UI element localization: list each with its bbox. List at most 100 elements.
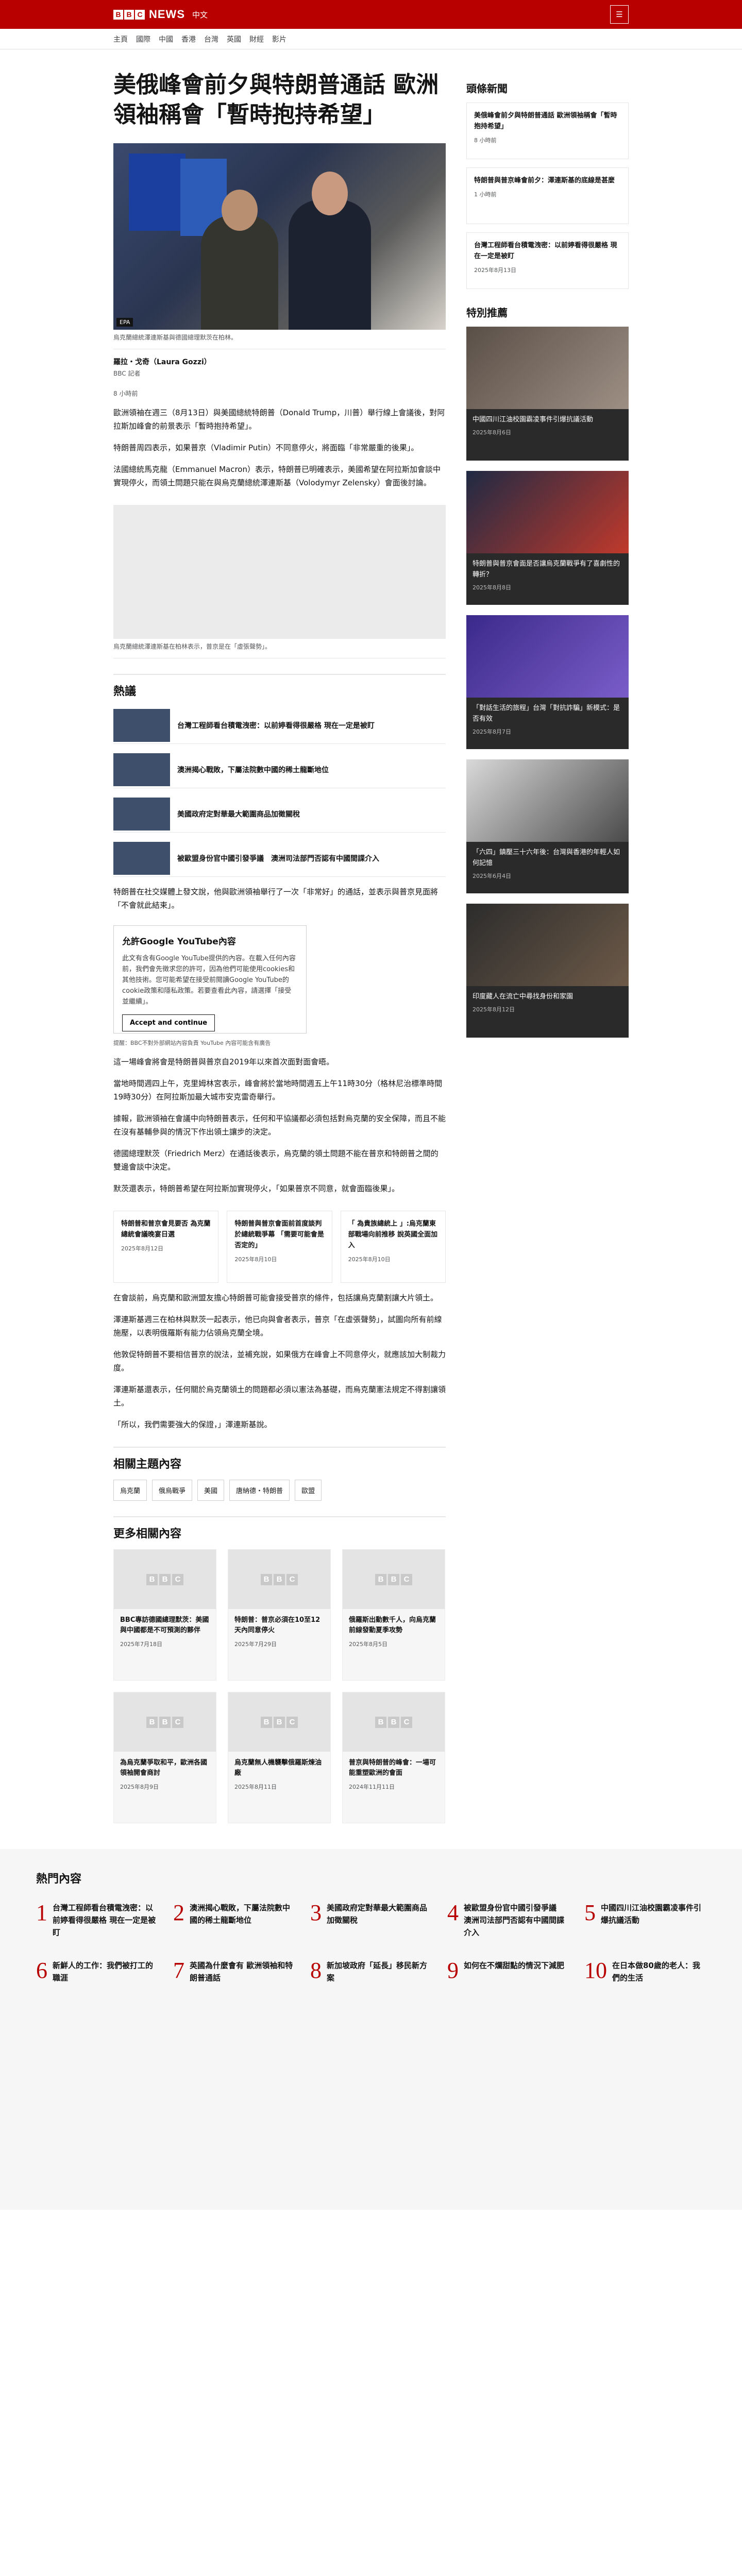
- top-stories-heading: 頭條新聞: [466, 82, 508, 95]
- brand-news: NEWS: [149, 8, 185, 21]
- consent-title: 允許Google YouTube內容: [122, 937, 236, 947]
- consent-body: 此文有含有Google YouTube提供的內容。在載入任何內容前，我們會先徵求…: [122, 955, 296, 1006]
- youtube-consent-box: 允許Google YouTube內容 此文有含有Google YouTube提供…: [113, 925, 307, 1033]
- feature-card[interactable]: 「對話生活的旅程」台灣「對抗詐騙」新模式：是否有效 2025年8月7日: [466, 615, 629, 749]
- nav-item-business[interactable]: 財經: [249, 34, 264, 44]
- image-source-badge: EPA: [116, 318, 133, 327]
- nav-item-home[interactable]: 主頁: [113, 34, 128, 44]
- paragraph: 歐洲領袖在週三（8月13日）與美國總統特朗普（Donald Trump，川普）舉…: [113, 408, 445, 431]
- bbc-placeholder-icon: BBC: [228, 1692, 330, 1752]
- paragraph: 據報，歐洲領袖在會議中向特朗普表示，任何和平協議都必須包括對烏克蘭的安全保障，而…: [113, 1114, 446, 1137]
- related-link[interactable]: 澳洲揭心戰敗，下屬法院數中國的稀土龍斷地位: [113, 751, 446, 788]
- bbc-placeholder-icon: BBC: [343, 1550, 445, 1609]
- feature-card[interactable]: 中國四川江油校園霸凌事件引爆抗議活動 2025年8月6日: [466, 327, 629, 461]
- more-card[interactable]: B B C 普京與特朗普的峰會：一場可能重塑歐洲的會面 2024年11月11日: [342, 1692, 445, 1823]
- related-link[interactable]: 美國政府定對華最大範圍商品加徵關稅: [113, 795, 446, 833]
- paragraph: 默茨還表示，特朗普希望在阿拉斯加實現停火，「如果普京不同意，就會面臨後果」。: [113, 1184, 400, 1193]
- related-link[interactable]: 台灣工程師看台積電洩密：以前婷看得很嚴格 現在一定是被盯: [113, 707, 446, 744]
- consent-note: 提醒：BBC不對外部網站內容負責 YouTube 內容可能含有廣告: [113, 1040, 271, 1046]
- inline-card[interactable]: 特朗普和普京會見要否 為克蘭總統會議晚宴日選 2025年8月12日: [113, 1211, 219, 1283]
- more-card[interactable]: B B C 俄羅斯出動數千人，向烏克蘭前線發動夏季攻勢 2025年8月5日: [342, 1549, 445, 1681]
- feature-image: [466, 615, 629, 698]
- publish-date: 8 小時前: [113, 390, 138, 397]
- paragraph: 他敦促特朗普不要相信普京的說法，並補充說，如果俄方在峰會上不同意停火，就應該加大…: [113, 1350, 446, 1372]
- feature-image: [466, 471, 629, 553]
- nav-item-hongkong[interactable]: 香港: [181, 34, 196, 44]
- feature-card[interactable]: 印度藏人在流亡中尋找身份和家園 2025年8月12日: [466, 904, 629, 1038]
- inline-card[interactable]: 「 為貴族總統上 」:烏克蘭東部戰場向前推移 說英國全面加入 2025年8月10日: [340, 1211, 446, 1283]
- related-thumb: [113, 841, 170, 875]
- more-card[interactable]: B B C 烏克蘭無人機襲擊俄羅斯煉油廠 2025年8月11日: [228, 1692, 331, 1823]
- feature-card[interactable]: 「六四」鎮壓三十六年後：台灣與香港的年輕人如何記憶 2025年6月4日: [466, 759, 629, 893]
- paragraph: 當地時間週四上午，克里姆林宮表示，峰會將於當地時間週五上午11時30分（格林尼治…: [113, 1079, 443, 1101]
- menu-icon[interactable]: ☰: [610, 5, 629, 24]
- related-thumb: [113, 753, 170, 786]
- bbc-placeholder-icon: BBC: [114, 1692, 216, 1752]
- nav-item-uk[interactable]: 英國: [227, 34, 241, 44]
- brand-lang: 中文: [192, 10, 208, 20]
- paragraph: 澤連斯基還表示，任何關於烏克蘭領土的問題都必須以憲法為基礎，而烏克蘭憲法規定不得…: [113, 1385, 446, 1408]
- bbc-news-logo[interactable]: B B C NEWS 中文: [113, 8, 208, 21]
- bbc-placeholder-icon: BBC: [114, 1550, 216, 1609]
- more-card[interactable]: B B C 為烏克蘭爭取和平，歐洲各國領袖開會商討 2025年8月9日: [113, 1692, 216, 1823]
- most-read-item[interactable]: 6 新鮮人的工作：我們被打工的職涯: [36, 1959, 158, 1984]
- sidebar: 頭條新聞 美俄峰會前夕與特朗普通話 歐洲領袖稱會「暫時抱持希望」 8 小時前 特朗…: [466, 70, 629, 1823]
- byline: 羅拉・戈奇（Laura Gozzi） BBC 記者: [113, 357, 446, 378]
- topic-tag[interactable]: 唐納德・特朗普: [229, 1480, 290, 1501]
- paragraph: 澤連斯基週三在柏林與默茨一起表示，他已向與會者表示，普京「在虛張聲勢」，試圖向所…: [113, 1315, 442, 1337]
- bbc-placeholder-icon: BBC: [343, 1692, 445, 1752]
- bbc-logo-blocks: B B C: [113, 9, 145, 20]
- most-read-item[interactable]: 7 英國為什麼會有 歐洲領袖和特朗普通話: [173, 1959, 295, 1984]
- accept-continue-button[interactable]: Accept and continue: [122, 1014, 215, 1031]
- top-bar: B B C NEWS 中文 ☰: [0, 0, 742, 29]
- feature-image: [466, 904, 629, 986]
- paragraph: 「所以，我們需要強大的保證，」澤連斯基說。: [113, 1420, 272, 1429]
- most-read-item[interactable]: 4 被歐盟身份官中國引發爭議 澳洲司法部門否認有中國間諜介入: [447, 1902, 569, 1939]
- paragraph: 特朗普在社交媒體上發文說，他與歐洲領袖舉行了一次「非常好」的通話，並表示與普京見…: [113, 887, 439, 910]
- author-org: BBC 記者: [113, 370, 141, 377]
- topic-tag[interactable]: 美國: [197, 1480, 225, 1501]
- most-read-item[interactable]: 1 台灣工程師看台積電洩密：以前婷看得很嚴格 現在一定是被盯: [36, 1902, 158, 1939]
- feature-card[interactable]: 特朗普與普京會面是否讓烏克蘭戰爭有了喜劇性的轉折？ 2025年8月8日: [466, 471, 629, 605]
- feature-image: [466, 327, 629, 409]
- related-heading: 熱議: [113, 674, 446, 699]
- related-link[interactable]: 被歐盟身份官中國引發爭議 澳洲司法部門否認有中國間諜介入: [113, 840, 446, 877]
- nav-bar: 主頁 國際 中國 香港 台灣 英國 財經 影片: [0, 29, 742, 49]
- image-caption: 烏克蘭總統澤連斯基與德國總理默茨在柏林。: [113, 330, 446, 349]
- video-player[interactable]: [113, 505, 446, 639]
- top-story[interactable]: 台灣工程師看台積電洩密：以前婷看得很嚴格 現在一定是被盯 2025年8月13日: [466, 232, 629, 289]
- paragraph: 在會談前，烏克蘭和歐洲盟友擔心特朗普可能會接受普京的條件，包括讓烏克蘭割讓大片領…: [113, 1293, 439, 1302]
- most-read-item[interactable]: 2 澳洲揭心戰敗，下屬法院數中國的稀土龍斷地位: [173, 1902, 295, 1939]
- top-story[interactable]: 美俄峰會前夕與特朗普通話 歐洲領袖稱會「暫時抱持希望」 8 小時前: [466, 103, 629, 159]
- article-main: 美俄峰會前夕與特朗普通話 歐洲領袖稱會「暫時抱持希望」 EPA 烏克蘭總統澤連斯…: [113, 70, 446, 1823]
- paragraph: 德國總理默茨（Friedrich Merz）在通話後表示，烏克蘭的領土問題不能在…: [113, 1149, 439, 1172]
- nav-item-china[interactable]: 中國: [159, 34, 173, 44]
- related-thumb: [113, 797, 170, 831]
- page-title: 美俄峰會前夕與特朗普通話 歐洲領袖稱會「暫時抱持希望」: [113, 72, 439, 128]
- more-grid: B B C BBC專訪德國總理默茨：美國與中國都是不可預測的夥伴 2025年7月18日 …: [113, 1549, 446, 1823]
- paragraph: 法國總統馬克龍（Emmanuel Macron）表示，特朗普已明確表示，美國希望…: [113, 465, 441, 487]
- most-read: 熱門內容 1 台灣工程師看台積電洩密：以前婷看得很嚴格 現在一定是被盯 2 澳洲揭心…: [0, 1849, 742, 2210]
- most-read-item[interactable]: 3 美國政府定對華最大範圍商品加徵關稅: [310, 1902, 432, 1939]
- nav-item-world[interactable]: 國際: [136, 34, 150, 44]
- nav-item-taiwan[interactable]: 台灣: [204, 34, 218, 44]
- most-read-item[interactable]: 8 新加坡政府「延長」移民新方案: [310, 1959, 432, 1984]
- top-story[interactable]: 特朗普與普京峰會前夕：澤連斯基的底線是甚麼 1 小時前: [466, 167, 629, 224]
- topic-tag[interactable]: 歐盟: [295, 1480, 322, 1501]
- nav-item-video[interactable]: 影片: [272, 34, 286, 44]
- related-thumb: [113, 708, 170, 742]
- more-card[interactable]: B B C BBC專訪德國總理默茨：美國與中國都是不可預測的夥伴 2025年7月18日: [113, 1549, 216, 1681]
- topic-tag[interactable]: 俄烏戰爭: [152, 1480, 193, 1501]
- most-read-heading: 熱門內容: [36, 1873, 82, 1886]
- most-read-item[interactable]: 10 在日本做80歲的老人：我們的生活: [584, 1959, 706, 1984]
- feature-image: [466, 759, 629, 842]
- most-read-item[interactable]: 5 中國四川江油校園霸凌事件引爆抗議活動: [584, 1902, 706, 1939]
- topic-tag[interactable]: 烏克蘭: [113, 1480, 147, 1501]
- inline-card[interactable]: 特朗普與普京會面前首度談判於總統戰爭幕 「需要可能會是否定的」 2025年8月10…: [227, 1211, 332, 1283]
- author-name: 羅拉・戈奇（Laura Gozzi）: [113, 358, 211, 366]
- features-heading: 特別推薦: [466, 307, 508, 319]
- hero-image: EPA: [113, 143, 446, 330]
- most-read-item[interactable]: 9 如何在不爛甜點的情況下減肥: [447, 1959, 569, 1984]
- video-caption: 烏克蘭總統澤連斯基在柏林表示，普京是在「虛張聲勢」。: [113, 639, 446, 658]
- more-card[interactable]: B B C 特朗普：普京必須在10至12天內同意停火 2025年7月29日: [228, 1549, 331, 1681]
